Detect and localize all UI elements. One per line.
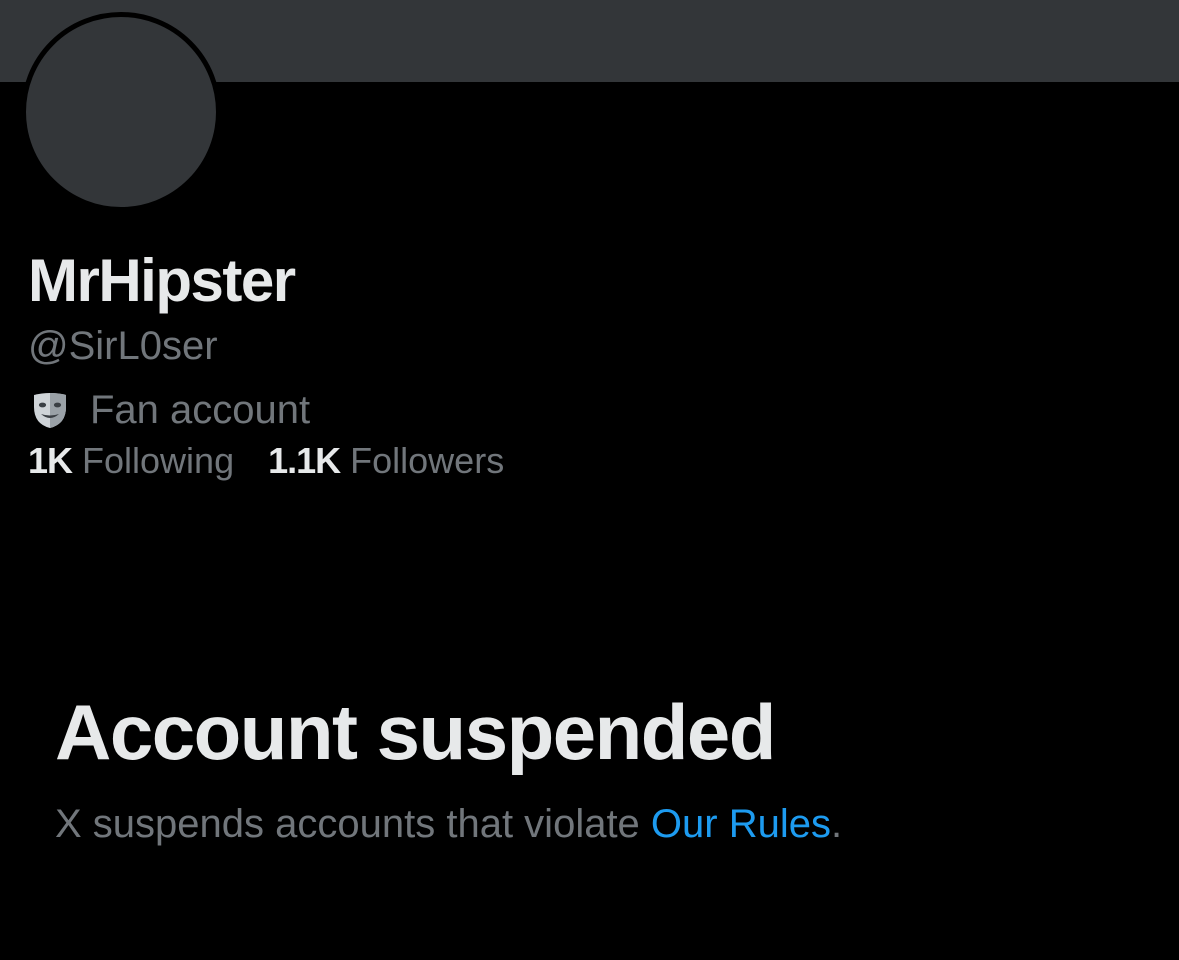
suspension-notice: Account suspended X suspends accounts th… — [55, 688, 842, 848]
profile-category: Fan account — [28, 386, 538, 434]
profile-stats: 1K Following 1.1K Followers — [28, 438, 538, 484]
suspension-message: X suspends accounts that violate Our Rul… — [55, 800, 842, 848]
profile-info: MrHipster @SirL0ser Fan account 1K Follow… — [28, 246, 538, 484]
following-link[interactable]: 1K Following — [28, 438, 234, 484]
suspension-message-period: . — [830, 802, 843, 846]
handle: @SirL0ser — [28, 324, 218, 368]
suspension-title: Account suspended — [55, 688, 776, 776]
category-label: Fan account — [90, 388, 311, 432]
theater-masks-icon — [30, 390, 70, 430]
following-label: Following — [82, 440, 235, 481]
followers-count: 1.1K — [268, 440, 341, 481]
display-name: MrHipster — [28, 247, 296, 314]
avatar[interactable] — [21, 12, 221, 212]
following-count: 1K — [28, 440, 73, 481]
our-rules-link[interactable]: Our Rules — [651, 802, 831, 846]
followers-link[interactable]: 1.1K Followers — [268, 438, 504, 484]
suspension-message-text: X suspends accounts that violate — [55, 802, 651, 846]
followers-label: Followers — [350, 440, 505, 481]
